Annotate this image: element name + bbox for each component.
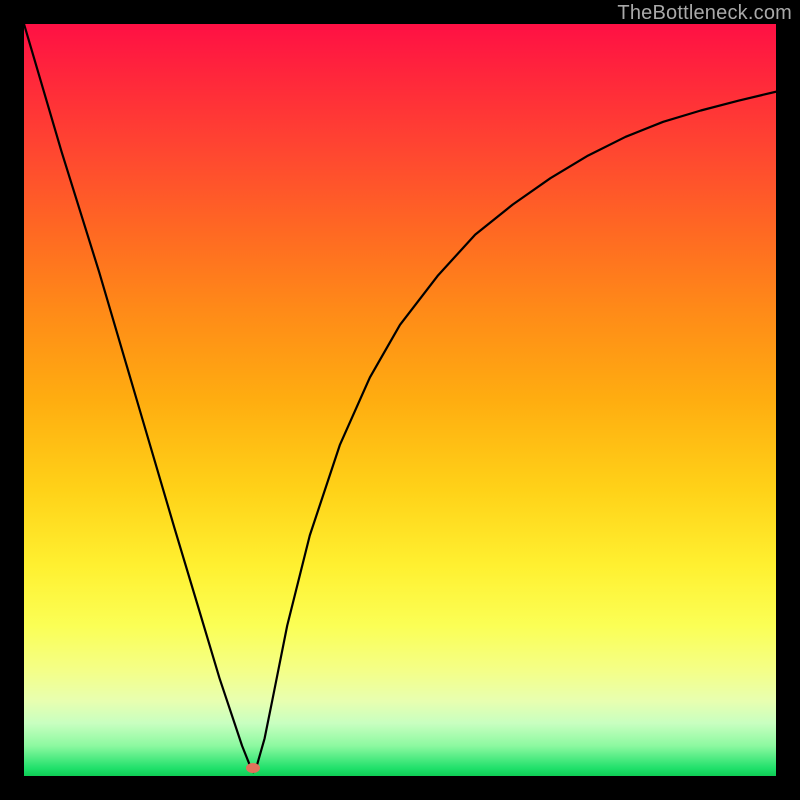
chart-frame: TheBottleneck.com [0, 0, 800, 800]
watermark-text: TheBottleneck.com [617, 2, 792, 25]
bottleneck-curve [24, 24, 776, 776]
minimum-marker [246, 763, 260, 773]
plot-area [24, 24, 776, 776]
